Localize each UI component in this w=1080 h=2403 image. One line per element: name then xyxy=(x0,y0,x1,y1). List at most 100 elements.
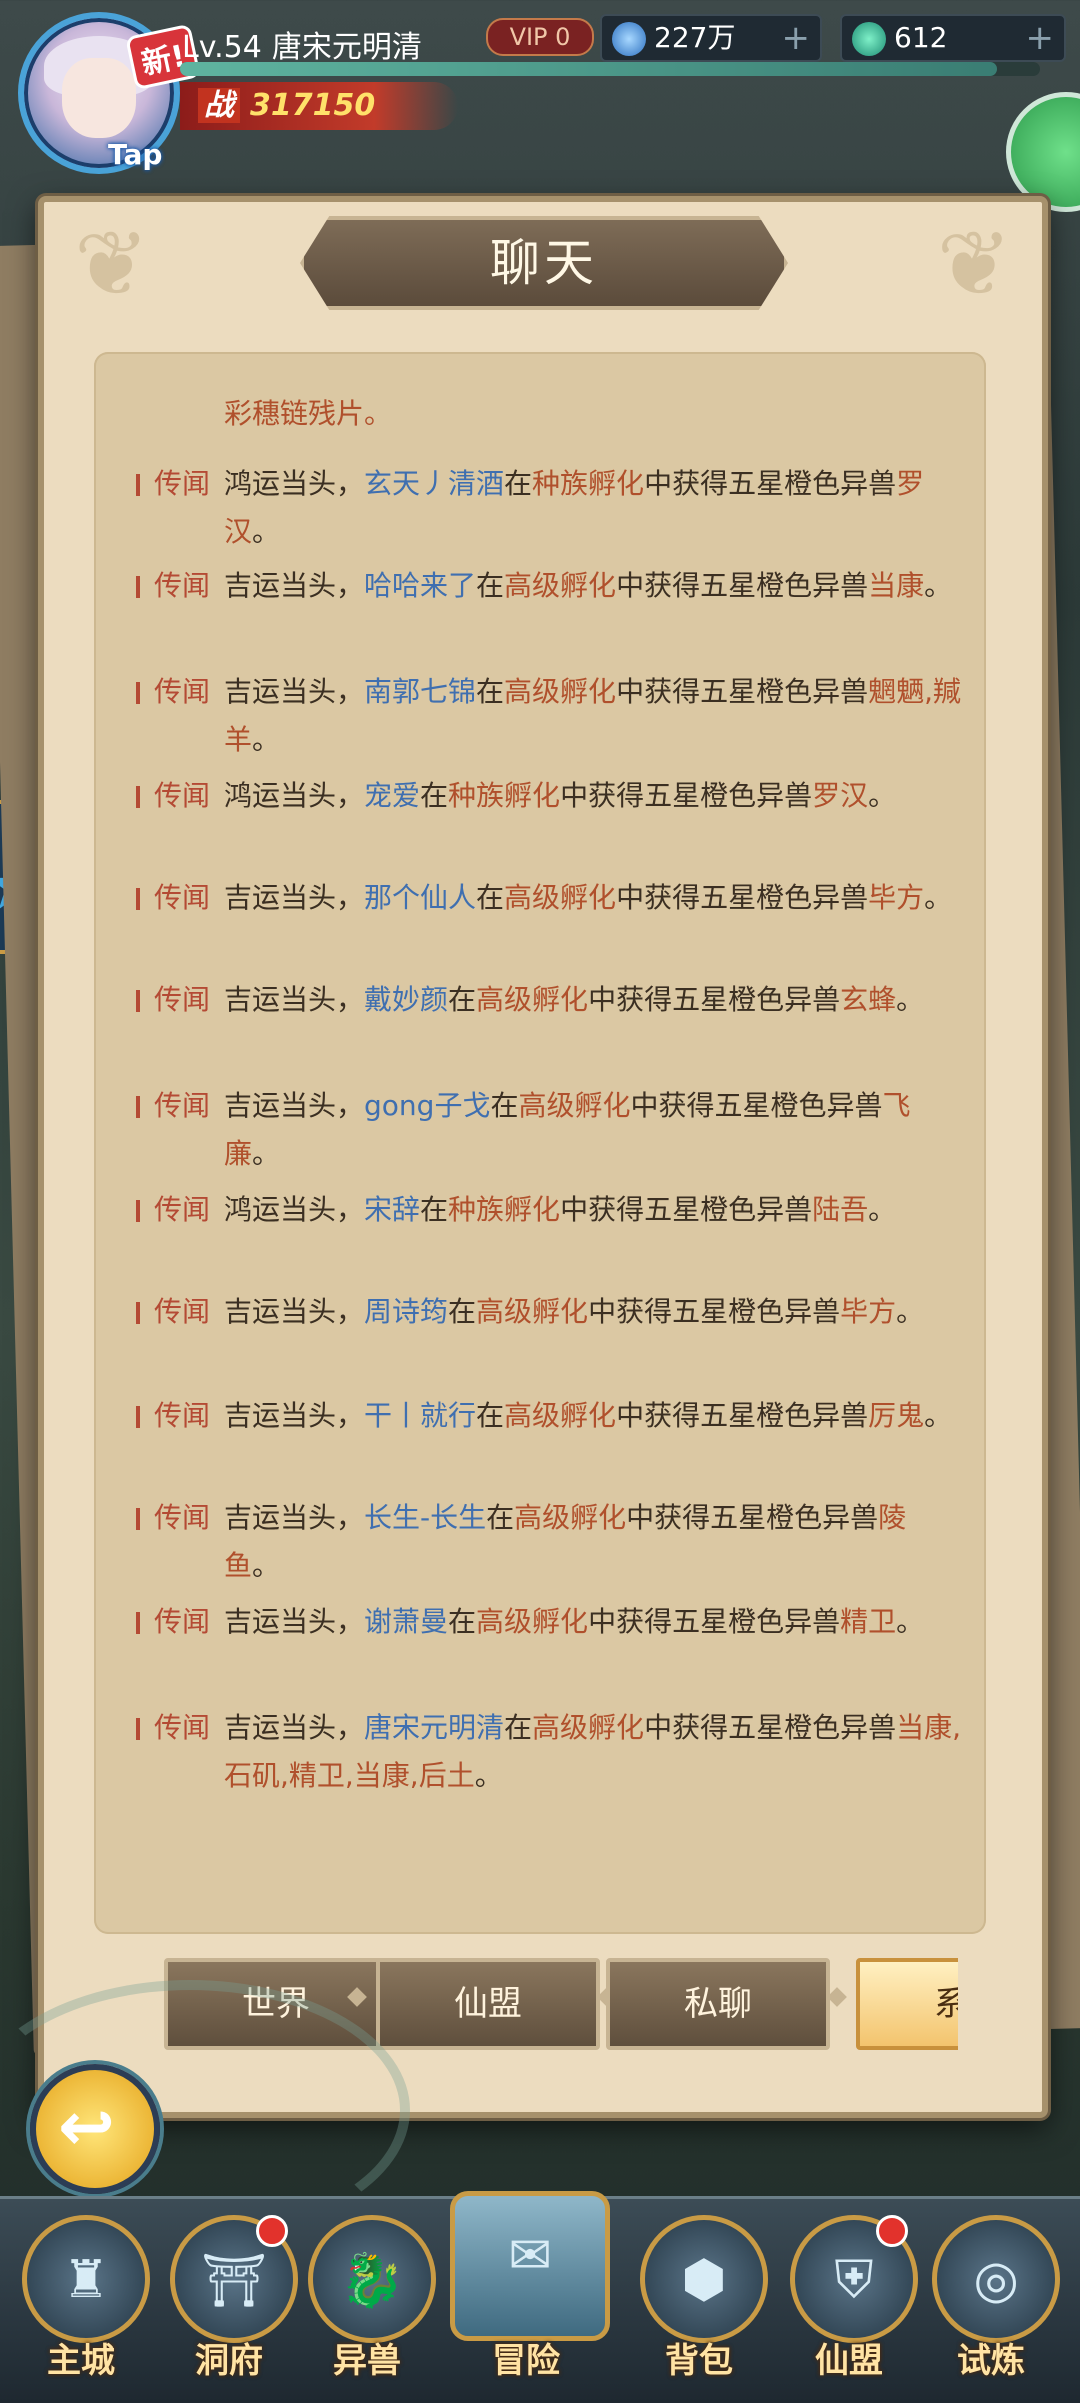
message-place: 高级孵化 xyxy=(504,881,617,914)
message-body: 吉运当头，干丨就行在高级孵化中获得五星橙色异兽厉鬼。 xyxy=(224,1392,962,1440)
notification-dot xyxy=(876,2215,908,2247)
nav-item-0[interactable]: ♜ 主城 xyxy=(18,2209,150,2389)
message-place: 高级孵化 xyxy=(476,983,589,1016)
message-text: 中获得五星橙色异兽 xyxy=(588,983,841,1016)
message-text: 。 xyxy=(252,1137,281,1170)
experience-bar xyxy=(180,62,1040,76)
message-body: 吉运当头，南郭七锦在高级孵化中获得五星橙色异兽魍魉,羬羊。 xyxy=(224,668,962,764)
message-place: 高级孵化 xyxy=(518,1089,631,1122)
nav-item-1[interactable]: ⛩ 洞府 xyxy=(166,2209,298,2389)
message-luck: 吉运当头， xyxy=(224,881,365,914)
city-icon-glyph: ♜ xyxy=(62,2250,110,2310)
add-currency1-button[interactable]: + xyxy=(782,16,811,60)
trial-icon-glyph: ◎ xyxy=(973,2250,1019,2310)
message-text: 在 xyxy=(490,1089,519,1122)
nav-item-2[interactable]: 🐉 异兽 xyxy=(304,2209,436,2389)
message-text: 在 xyxy=(476,675,505,708)
player-level: Lv.54 唐宋元明清 xyxy=(182,22,422,66)
message-marker xyxy=(136,576,140,598)
message-player[interactable]: gong子戈 xyxy=(364,1089,490,1122)
message-beast: 罗汉 xyxy=(812,779,869,812)
message-text: 。 xyxy=(896,1295,925,1328)
message-text: 中获得五星橙色异兽 xyxy=(626,1501,879,1534)
jade-icon xyxy=(852,22,886,56)
nav-item-6[interactable]: ◎ 试炼 xyxy=(928,2209,1060,2389)
message-player[interactable]: 谢萧曼 xyxy=(364,1605,448,1638)
message-body: 鸿运当头，宠爱在种族孵化中获得五星橙色异兽罗汉。 xyxy=(224,772,962,820)
message-place: 高级孵化 xyxy=(504,675,617,708)
panel-title: 聊天 xyxy=(300,216,788,310)
tab-system[interactable]: 系统 xyxy=(856,1958,958,2050)
message-player[interactable]: 玄天丿清酒 xyxy=(364,467,504,500)
message-body: 吉运当头，那个仙人在高级孵化中获得五星橙色异兽毕方。 xyxy=(224,874,962,922)
message-text: 中获得五星橙色异兽 xyxy=(630,1089,883,1122)
message-text: 。 xyxy=(924,1399,953,1432)
corner-ornament-icon: ❦ xyxy=(74,212,150,317)
tab-private[interactable]: 私聊 xyxy=(606,1958,830,2050)
message-luck: 吉运当头， xyxy=(224,675,365,708)
message-text: 中获得五星橙色异兽 xyxy=(616,675,869,708)
message-tag: 传闻 xyxy=(154,983,211,1016)
vip-badge[interactable]: VIP 0 xyxy=(486,18,594,56)
message-text: 在 xyxy=(486,1501,515,1534)
message-marker xyxy=(136,682,140,704)
message-place: 高级孵化 xyxy=(476,1295,589,1328)
message-player[interactable]: 宋辞 xyxy=(364,1193,420,1226)
chat-message-list[interactable]: 彩穗链残片。 传闻 鸿运当头，玄天丿清酒在种族孵化中获得五星橙色异兽罗汉。 传闻 吉运… xyxy=(94,352,986,1934)
message-beast: 当康 xyxy=(868,569,925,602)
nav-label: 主城 xyxy=(47,2341,115,2381)
power-prefix: 战 xyxy=(198,88,240,123)
message-body: 吉运当头，哈哈来了在高级孵化中获得五星橙色异兽当康。 xyxy=(224,562,962,610)
message-body: 吉运当头，唐宋元明清在高级孵化中获得五星橙色异兽当康,石矶,精卫,当康,后土。 xyxy=(224,1704,962,1800)
avatar-face xyxy=(62,58,136,138)
message-text: 中获得五星橙色异兽 xyxy=(588,1605,841,1638)
nav-item-5[interactable]: ⛨ 仙盟 xyxy=(786,2209,918,2389)
message-text: 在 xyxy=(476,569,505,602)
add-currency2-button[interactable]: + xyxy=(1026,16,1055,60)
message-beast: 玄蜂 xyxy=(840,983,897,1016)
message-player[interactable]: 哈哈来了 xyxy=(364,569,476,602)
message-text: 中获得五星橙色异兽 xyxy=(616,1399,869,1432)
nav-label: 试炼 xyxy=(957,2341,1025,2381)
message-text: 。 xyxy=(868,779,897,812)
combat-power: 战 317150 xyxy=(180,82,458,130)
tab-alliance[interactable]: 仙盟 xyxy=(376,1958,600,2050)
level-text: Lv.54 xyxy=(182,30,262,65)
message-body: 吉运当头，戴妙颜在高级孵化中获得五星橙色异兽玄蜂。 xyxy=(224,976,962,1024)
top-hud: 新! Tap Lv.54 唐宋元明清 VIP 0 227万 + 612 + 战 31… xyxy=(0,0,1080,174)
message-tag: 传闻 xyxy=(154,1711,211,1744)
back-button[interactable]: ↩ xyxy=(30,2064,160,2194)
message-text: 在 xyxy=(448,983,477,1016)
nav-item-3[interactable]: ✉ 冒险 xyxy=(446,2185,610,2381)
message-tag: 传闻 xyxy=(154,675,211,708)
message-text: 中获得五星橙色异兽 xyxy=(560,1193,813,1226)
message-tag: 传闻 xyxy=(154,569,211,602)
message-player[interactable]: 南郭七锦 xyxy=(364,675,476,708)
message-place: 种族孵化 xyxy=(448,1193,561,1226)
message-player[interactable]: 宠爱 xyxy=(364,779,420,812)
message-place: 高级孵化 xyxy=(504,569,617,602)
message-player[interactable]: 戴妙颜 xyxy=(364,983,448,1016)
message-player[interactable]: 长生-长生 xyxy=(364,1501,486,1534)
message-beast: 陆吾 xyxy=(812,1193,869,1226)
message-text: 在 xyxy=(420,779,449,812)
message-text: 。 xyxy=(868,1193,897,1226)
message-body: 吉运当头，长生-长生在高级孵化中获得五星橙色异兽陵鱼。 xyxy=(224,1494,962,1590)
bag-icon-glyph: ⬢ xyxy=(681,2250,727,2310)
message-place: 高级孵化 xyxy=(514,1501,627,1534)
message-player[interactable]: 干丨就行 xyxy=(364,1399,476,1432)
message-tag: 传闻 xyxy=(154,467,211,500)
message-player[interactable]: 那个仙人 xyxy=(364,881,476,914)
message-text: 在 xyxy=(504,467,533,500)
notification-dot xyxy=(256,2215,288,2247)
message-player[interactable]: 周诗筠 xyxy=(364,1295,448,1328)
message-player[interactable]: 唐宋元明清 xyxy=(364,1711,504,1744)
message-luck: 鸿运当头， xyxy=(224,779,365,812)
currency-spirit-stone: 227万 + xyxy=(600,14,822,62)
corner-ornament-icon: ❦ xyxy=(936,212,1012,317)
tap-label[interactable]: Tap xyxy=(108,138,162,171)
nav-label: 异兽 xyxy=(333,2341,401,2381)
message-marker xyxy=(136,1302,140,1324)
power-value: 317150 xyxy=(250,88,376,123)
nav-item-4[interactable]: ⬢ 背包 xyxy=(636,2209,768,2389)
